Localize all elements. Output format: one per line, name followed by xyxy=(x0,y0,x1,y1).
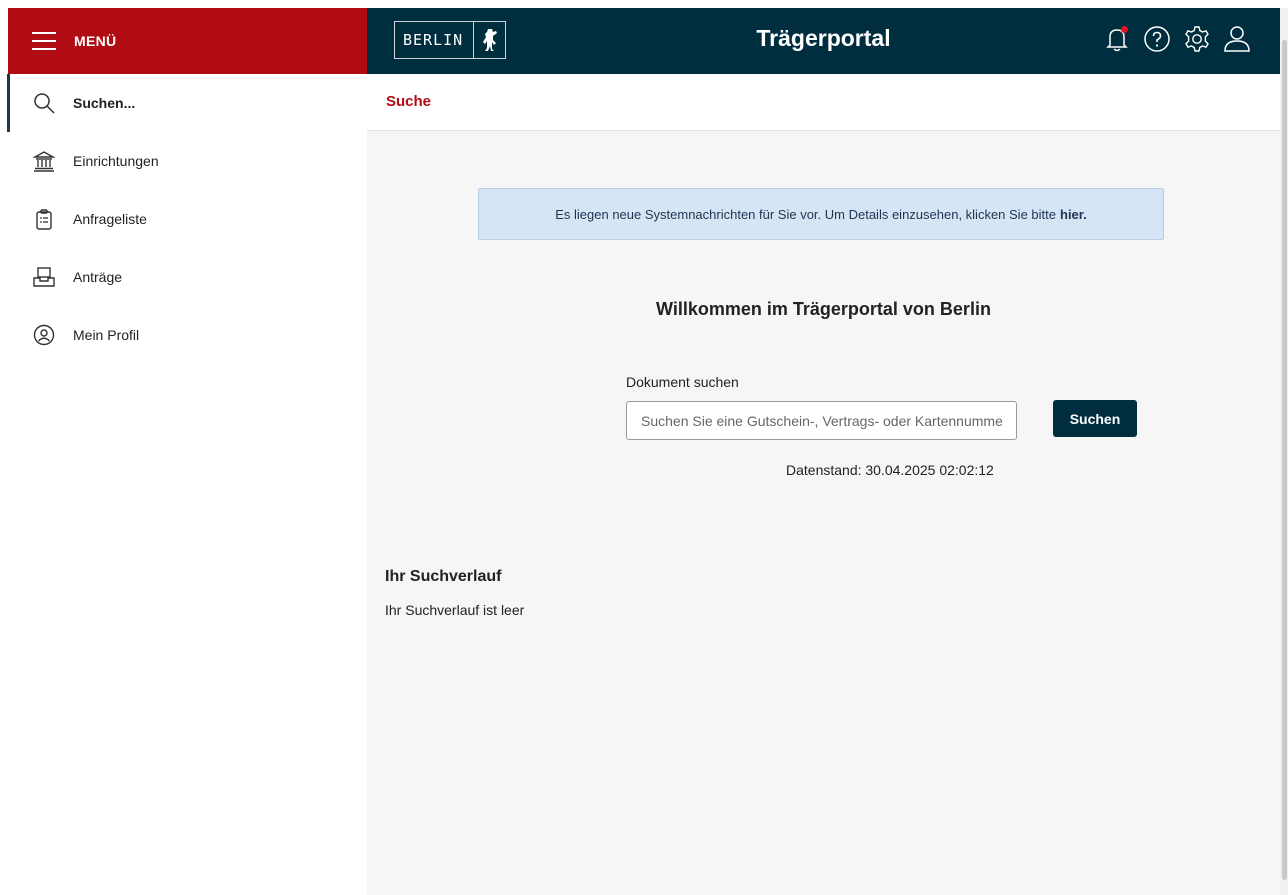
search-icon xyxy=(32,91,56,115)
profile-icon xyxy=(32,323,56,347)
menu-label: MENÜ xyxy=(74,33,117,49)
notice-link[interactable]: hier. xyxy=(1060,207,1087,222)
hamburger-icon xyxy=(32,31,56,51)
sidebar-item-label: Anträge xyxy=(73,269,123,285)
settings-icon[interactable] xyxy=(1182,24,1212,54)
history-title: Ihr Suchverlauf xyxy=(385,568,502,585)
welcome-heading: Willkommen im Trägerportal von Berlin xyxy=(656,299,991,319)
header-actions xyxy=(1102,24,1252,54)
sidebar-item-label: Anfrageliste xyxy=(73,211,147,227)
user-icon[interactable] xyxy=(1222,24,1252,54)
breadcrumb-current: Suche xyxy=(386,93,432,110)
clipboard-list-icon xyxy=(32,207,56,231)
scrollbar-thumb[interactable] xyxy=(1282,40,1287,880)
sidebar-item-label: Einrichtungen xyxy=(73,153,159,169)
bell-icon[interactable] xyxy=(1102,24,1132,54)
search-button[interactable]: Suchen xyxy=(1053,400,1137,437)
sidebar-item-label: Suchen... xyxy=(73,95,136,111)
sidebar-item-search[interactable]: Suchen... xyxy=(0,74,367,132)
history-empty-text: Ihr Suchverlauf ist leer xyxy=(385,602,525,618)
help-icon[interactable] xyxy=(1142,24,1172,54)
data-status: Datenstand: 30.04.2025 02:02:12 xyxy=(786,462,994,478)
breadcrumb: Suche xyxy=(367,74,1280,131)
sidebar-item-label: Mein Profil xyxy=(73,327,140,343)
search-input[interactable] xyxy=(626,401,1017,440)
sidebar: MENÜ Suchen... Einrichtungen Anfragelist… xyxy=(0,0,367,895)
sidebar-item-request-list[interactable]: Anfrageliste xyxy=(0,190,367,248)
sidebar-item-applications[interactable]: Anträge xyxy=(0,248,367,306)
menu-toggle[interactable]: MENÜ xyxy=(8,8,367,74)
main-content: Es liegen neue Systemnachrichten für Sie… xyxy=(367,131,1280,895)
sidebar-item-profile[interactable]: Mein Profil xyxy=(0,306,367,364)
sidebar-nav: Suchen... Einrichtungen Anfrageliste Ant… xyxy=(0,74,367,364)
system-notice: Es liegen neue Systemnachrichten für Sie… xyxy=(478,188,1164,240)
search-label: Dokument suchen xyxy=(626,374,739,390)
notice-text: Es liegen neue Systemnachrichten für Sie… xyxy=(555,206,1056,222)
notification-dot xyxy=(1121,26,1128,33)
institution-icon xyxy=(32,149,56,173)
inbox-tray-icon xyxy=(32,265,56,289)
top-header: BERLIN Trägerportal xyxy=(367,8,1280,74)
sidebar-item-institutions[interactable]: Einrichtungen xyxy=(0,132,367,190)
